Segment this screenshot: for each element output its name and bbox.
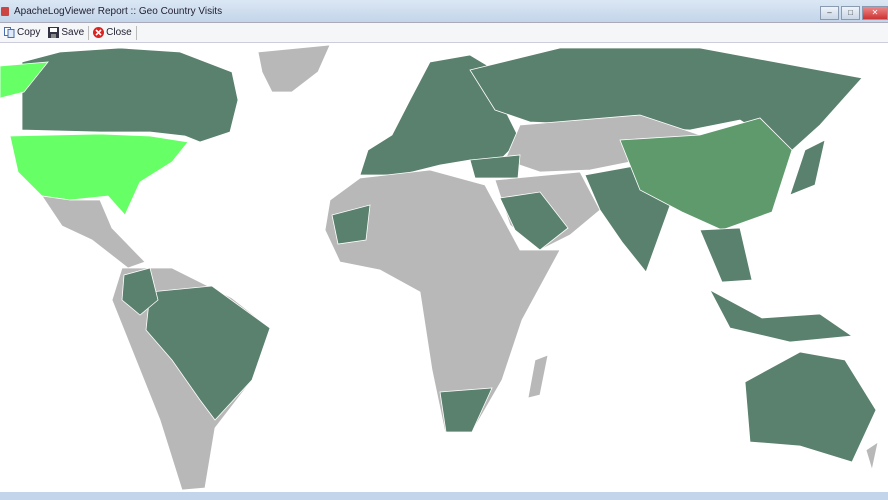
country-indonesia[interactable] bbox=[709, 289, 854, 343]
close-button[interactable]: Close bbox=[89, 27, 136, 38]
country-new-zealand[interactable] bbox=[865, 441, 879, 471]
greenland[interactable] bbox=[257, 44, 331, 93]
world-map bbox=[0, 44, 879, 491]
mexico-central-america[interactable] bbox=[41, 195, 146, 269]
title-bar: ApacheLogViewer Report :: Geo Country Vi… bbox=[0, 0, 888, 23]
country-australia[interactable] bbox=[744, 351, 877, 463]
close-window-button[interactable]: ✕ bbox=[862, 6, 888, 20]
copy-label: Copy bbox=[17, 27, 41, 38]
app-icon bbox=[1, 7, 9, 16]
window-bottom-border bbox=[0, 492, 888, 500]
window-title: ApacheLogViewer Report :: Geo Country Vi… bbox=[14, 6, 223, 17]
save-label: Save bbox=[61, 27, 85, 38]
minimize-button[interactable]: – bbox=[820, 6, 839, 20]
copy-icon bbox=[4, 27, 15, 38]
maximize-button[interactable]: □ bbox=[841, 6, 860, 20]
madagascar[interactable] bbox=[527, 354, 549, 399]
country-canada[interactable] bbox=[21, 47, 239, 143]
close-label: Close bbox=[106, 27, 132, 38]
toolbar-separator bbox=[135, 25, 137, 40]
country-japan[interactable] bbox=[789, 139, 826, 196]
copy-button[interactable]: Copy bbox=[0, 27, 44, 38]
close-icon bbox=[93, 27, 105, 38]
southeast-asia[interactable] bbox=[699, 227, 753, 283]
save-button[interactable]: Save bbox=[44, 27, 88, 38]
save-icon bbox=[48, 27, 60, 38]
toolbar: Copy Save Close bbox=[0, 23, 888, 43]
